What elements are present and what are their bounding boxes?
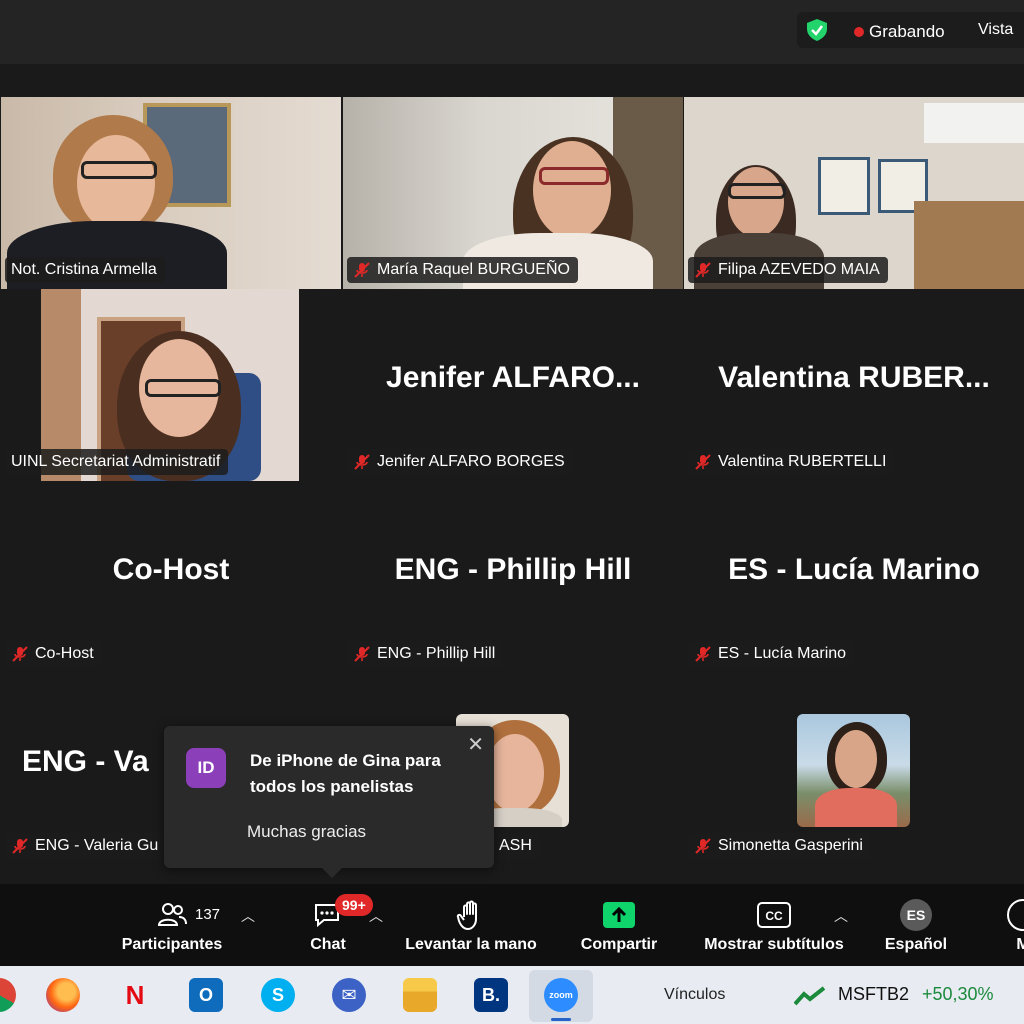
zoom-app-icon[interactable]: zoom	[544, 978, 578, 1012]
participant-tile[interactable]: Simonetta Gasperini	[684, 673, 1024, 865]
skype-icon[interactable]: S	[261, 978, 295, 1012]
muted-mic-icon	[354, 454, 370, 470]
share-label: Compartir	[580, 936, 658, 953]
participants-options-chevron-icon[interactable]: ︿	[241, 906, 255, 926]
participant-name-label: Jenifer ALFARO BORGES	[347, 449, 573, 475]
recording-label: Grabando	[869, 22, 945, 41]
participants-button[interactable]: Participantes	[116, 884, 228, 966]
raise-hand-button[interactable]: Levantar la mano	[400, 884, 542, 966]
participants-count: 137	[195, 906, 221, 923]
language-label: Español	[884, 936, 948, 953]
muted-mic-icon	[695, 262, 711, 278]
participant-display-name: ES - Lucía Marino	[728, 553, 980, 586]
captions-label: Mostrar subtítulos	[704, 936, 844, 953]
file-explorer-icon[interactable]	[403, 978, 437, 1012]
sender-avatar: ID	[186, 748, 226, 788]
chrome-icon[interactable]	[0, 978, 16, 1012]
raise-hand-icon	[456, 900, 477, 930]
participant-name-label: Filipa AZEVEDO MAIA	[688, 257, 888, 283]
participant-tile[interactable]: ES - Lucía Marino ES - Lucía Marino	[684, 481, 1024, 673]
links-toolbar-label[interactable]: Vínculos	[664, 986, 725, 1004]
more-icon	[1007, 899, 1024, 931]
os-taskbar: N O S ✉ B. zoom Vínculos MSFTB2 +50,30%	[0, 966, 1024, 1024]
participant-name-label: Co-Host	[5, 641, 102, 667]
firefox-icon[interactable]	[46, 978, 80, 1012]
muted-mic-icon	[695, 838, 711, 854]
video-gallery: Not. Cristina Armella María Raquel BURGU…	[0, 64, 1024, 884]
participants-label: Participantes	[121, 936, 223, 953]
booking-icon[interactable]: B.	[474, 978, 508, 1012]
stock-change: +50,30%	[922, 984, 994, 1004]
share-screen-icon	[603, 902, 635, 928]
muted-mic-icon	[354, 262, 370, 278]
view-button[interactable]: Vista	[978, 21, 1013, 39]
participant-tile[interactable]: Valentina RUBER... Valentina RUBERTELLI	[684, 289, 1024, 481]
participant-tile[interactable]: María Raquel BURGUEÑO	[343, 97, 683, 289]
participant-tile[interactable]: Not. Cristina Armella	[1, 97, 341, 289]
participant-name-label: Simonetta Gasperini	[688, 833, 871, 859]
chat-notification-popup[interactable]: ID De iPhone de Gina para todos los pane…	[164, 726, 494, 878]
meeting-top-bar: Grabando Vista	[0, 0, 1024, 64]
participant-tile[interactable]: Co-Host Co-Host	[1, 481, 341, 673]
participant-name-label: María Raquel BURGUEÑO	[347, 257, 578, 283]
security-shield-icon[interactable]	[806, 18, 828, 42]
share-button[interactable]: Compartir	[574, 884, 664, 966]
participant-tile[interactable]: Jenifer ALFARO... Jenifer ALFARO BORGES	[343, 289, 683, 481]
chat-notification-title: De iPhone de Gina para todos los panelis…	[250, 751, 441, 796]
raise-hand-label: Levantar la mano	[405, 936, 537, 953]
participant-name-label: ENG - Valeria Gu	[5, 833, 167, 859]
muted-mic-icon	[695, 454, 711, 470]
language-button[interactable]: ES Español	[880, 884, 952, 966]
netflix-icon[interactable]: N	[118, 978, 152, 1012]
muted-mic-icon	[695, 646, 711, 662]
outlook-icon[interactable]: O	[189, 978, 223, 1012]
muted-mic-icon	[12, 646, 28, 662]
closed-captions-icon: CC	[757, 902, 791, 928]
participant-name-label: ENG - Phillip Hill	[347, 641, 504, 667]
participant-display-name: Co-Host	[112, 553, 230, 586]
participant-tile[interactable]: Filipa AZEVEDO MAIA	[684, 97, 1024, 289]
muted-mic-icon	[12, 838, 28, 854]
participant-display-name: ENG - Phillip Hill	[394, 553, 632, 586]
participant-name-label: UINL Secretariat Administratif	[5, 449, 229, 475]
meeting-toolbar: Participantes ︿ Chat ︿ Levantar la mano …	[0, 884, 1024, 966]
chat-label: Chat	[310, 936, 346, 953]
more-button[interactable]: M	[1007, 884, 1024, 966]
chat-unread-badge: 99+	[335, 894, 373, 916]
recording-dot-icon	[854, 27, 864, 37]
participant-avatar	[797, 714, 910, 827]
muted-mic-icon	[354, 646, 370, 662]
participant-tile[interactable]: ENG - Phillip Hill ENG - Phillip Hill	[343, 481, 683, 673]
participants-icon	[157, 903, 187, 926]
stock-ticker[interactable]: MSFTB2	[838, 984, 909, 1005]
close-icon[interactable]: ✕	[467, 732, 484, 757]
participant-tile[interactable]: UINL Secretariat Administratif	[1, 289, 341, 481]
participant-name-label: ES - Lucía Marino	[688, 641, 855, 667]
participant-display-name: Jenifer ALFARO...	[386, 361, 640, 394]
participant-name-label: Not. Cristina Armella	[5, 257, 165, 283]
participant-name-label: Valentina RUBERTELLI	[688, 449, 895, 475]
captions-options-chevron-icon[interactable]: ︿	[834, 906, 848, 926]
chat-notification-message: Muchas gracias	[247, 822, 367, 841]
language-globe-icon: ES	[900, 899, 932, 931]
participant-display-name: Valentina RUBER...	[718, 361, 990, 394]
svg-text:CC: CC	[765, 909, 783, 923]
mail-app-icon[interactable]: ✉	[332, 978, 366, 1012]
stock-trend-icon	[794, 986, 826, 1006]
more-label: M	[1016, 936, 1024, 953]
participant-name-label: ASH	[493, 833, 540, 859]
active-app-indicator	[551, 1018, 571, 1021]
captions-button[interactable]: CC Mostrar subtítulos	[698, 884, 850, 966]
